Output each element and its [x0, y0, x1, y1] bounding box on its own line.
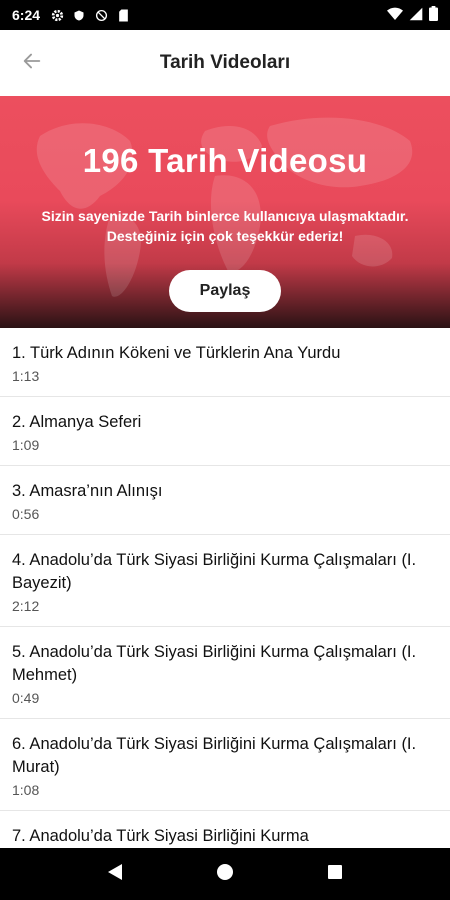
list-item[interactable]: 5. Anadolu’da Türk Siyasi Birliğini Kurm…: [0, 627, 450, 719]
summary-banner: 196 Tarih Videosu Sizin sayenizde Tarih …: [0, 96, 450, 328]
video-duration: 1:08: [12, 782, 40, 798]
sd-card-icon: [116, 8, 130, 22]
video-duration: 0:49: [12, 690, 40, 706]
no-sync-icon: [94, 8, 108, 22]
video-duration: 0:56: [12, 506, 40, 522]
signal-icon: [409, 7, 423, 24]
video-title: 4. Anadolu’da Türk Siyasi Birliğini Kurm…: [12, 551, 417, 592]
video-duration: 1:09: [12, 437, 40, 453]
wifi-icon: [387, 7, 403, 24]
list-item[interactable]: 3. Amasra’nın Alınışı 0:56: [0, 466, 450, 535]
video-title: 7. Anadolu’da Türk Siyasi Birliğini Kurm…: [12, 827, 309, 845]
status-bar: 6:24: [0, 0, 450, 30]
status-icons-left: [50, 8, 130, 22]
list-item[interactable]: 2. Almanya Seferi 1:09: [0, 397, 450, 466]
video-duration: 2:12: [12, 598, 40, 614]
video-title: 5. Anadolu’da Türk Siyasi Birliğini Kurm…: [12, 643, 417, 684]
share-button[interactable]: Paylaş: [169, 270, 281, 312]
arrow-left-icon: [21, 50, 43, 77]
video-title: 6. Anadolu’da Türk Siyasi Birliğini Kurm…: [12, 735, 417, 776]
nav-recents-button[interactable]: [315, 854, 355, 894]
video-list: 1. Türk Adının Kökeni ve Türklerin Ana Y…: [0, 328, 450, 848]
list-item[interactable]: 7. Anadolu’da Türk Siyasi Birliğini Kurm…: [0, 811, 450, 848]
system-nav-bar: [0, 848, 450, 900]
home-circle-icon: [216, 863, 234, 886]
page-title: Tarih Videoları: [159, 52, 291, 73]
list-item[interactable]: 1. Türk Adının Kökeni ve Türklerin Ana Y…: [0, 328, 450, 397]
back-triangle-icon: [107, 863, 123, 886]
video-duration: 1:13: [12, 368, 40, 384]
back-button[interactable]: [0, 30, 64, 96]
video-title: 3. Amasra’nın Alınışı: [12, 482, 163, 500]
video-title: 2. Almanya Seferi: [12, 413, 142, 431]
battery-icon: [429, 6, 438, 24]
status-time: 6:24: [12, 7, 41, 23]
status-icons-right: [387, 6, 438, 24]
video-title: 1. Türk Adının Kökeni ve Türklerin Ana Y…: [12, 344, 341, 362]
shield-icon: [72, 8, 86, 22]
banner-description: Sizin sayenizde Tarih binlerce kullanıcı…: [41, 208, 409, 244]
gear-icon: [50, 8, 64, 22]
list-item[interactable]: 4. Anadolu’da Türk Siyasi Birliğini Kurm…: [0, 535, 450, 627]
list-item[interactable]: 6. Anadolu’da Türk Siyasi Birliğini Kurm…: [0, 719, 450, 811]
banner-title: 196 Tarih Videosu: [82, 142, 368, 179]
nav-back-button[interactable]: [95, 854, 135, 894]
nav-home-button[interactable]: [205, 854, 245, 894]
app-bar: Tarih Videoları: [0, 30, 450, 96]
recents-square-icon: [327, 864, 343, 885]
